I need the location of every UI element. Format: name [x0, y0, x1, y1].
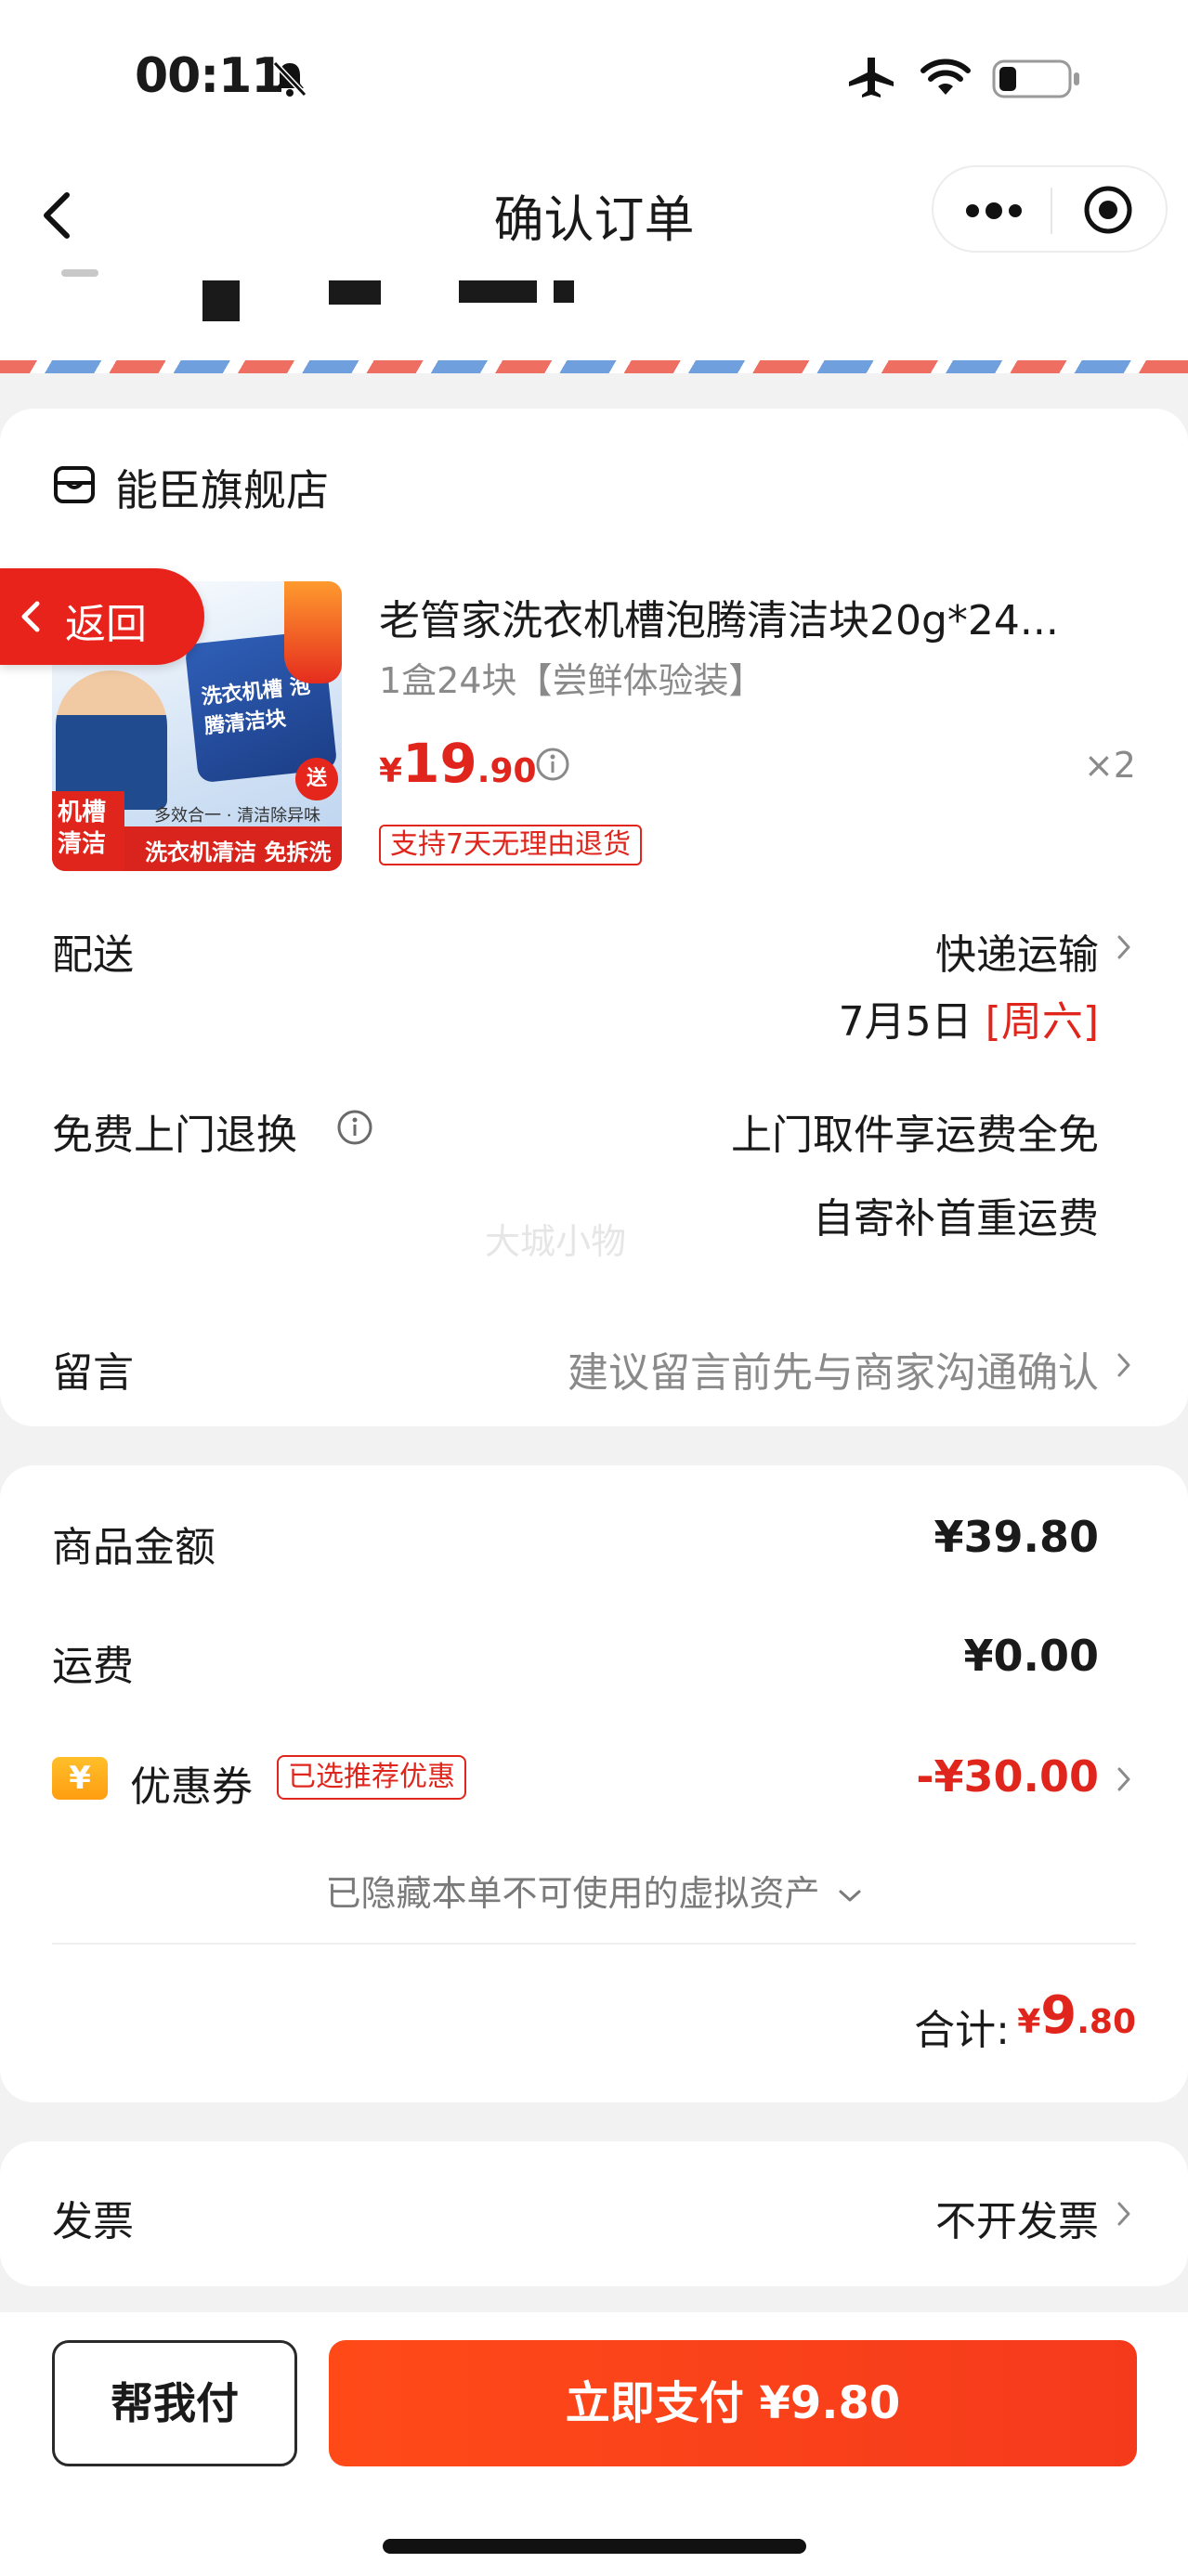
chevron-right-icon — [1117, 935, 1130, 959]
watermark: 大城小物 — [485, 1221, 627, 1262]
total-price: ¥9.80 — [1017, 1985, 1136, 2046]
order-card: 能臣旗舰店 洗衣机槽 泡腾清洁块 送 多效合一 · 清洁除异味 洗衣机清洁 免拆… — [0, 409, 1188, 1426]
capsule-divider — [1051, 188, 1052, 234]
bottom-action-bar: 帮我付 立即支付 ¥9.80 — [0, 2312, 1188, 2576]
help-me-pay-button[interactable]: 帮我付 — [52, 2340, 297, 2466]
floating-back-button[interactable]: 返回 — [0, 568, 204, 665]
obscured-address — [61, 269, 98, 277]
pay-now-button[interactable]: 立即支付 ¥9.80 — [329, 2340, 1137, 2466]
goods-amount-label: 商品金额 — [52, 1524, 215, 1571]
product-quantity: ×2 — [1083, 745, 1136, 786]
status-time: 00:11 — [135, 48, 285, 104]
free-return-line2: 自寄补首重运费 — [813, 1195, 1099, 1242]
coupon-value[interactable]: -¥30.00 — [916, 1751, 1099, 1802]
delivery-date: 7月5日 — [838, 998, 973, 1046]
delivery-method[interactable]: 快递运输 — [935, 921, 1099, 981]
gift-badge: 送 — [295, 758, 338, 800]
total-integer: 9 — [1040, 1985, 1077, 2046]
delivery-date-line: 7月5日 [周六] — [839, 988, 1099, 1047]
coupon-label: 优惠券 — [130, 1763, 253, 1811]
obscured-address — [202, 280, 240, 321]
product-title[interactable]: 老管家洗衣机槽泡腾清洁块20g*24... — [379, 587, 1122, 646]
invoice-label: 发票 — [52, 2198, 134, 2245]
coupon-selected-tag: 已选推荐优惠 — [277, 1755, 466, 1800]
obscured-address — [554, 280, 574, 303]
airmail-border — [0, 360, 1188, 373]
status-bar: 00:11 — [0, 0, 1188, 158]
product-spec[interactable]: 1盒24块【尝鲜体验装】 — [379, 652, 764, 703]
shipping-value: ¥0.00 — [963, 1631, 1099, 1681]
chevron-right-icon — [1117, 1353, 1130, 1377]
free-return-label: 免费上门退换 — [52, 1112, 297, 1159]
delivery-label: 配送 — [52, 931, 134, 979]
message-input[interactable]: 建议留言前先与商家沟通确认 — [568, 1339, 1099, 1399]
silent-bell-icon — [272, 60, 307, 98]
message-label: 留言 — [52, 1349, 134, 1397]
invoice-value[interactable]: 不开发票 — [935, 2188, 1099, 2247]
total-label: 合计: — [914, 2007, 1010, 2054]
airplane-mode-icon — [849, 58, 894, 98]
free-return-line1: 上门取件享运费全免 — [731, 1112, 1099, 1159]
chevron-right-icon — [1117, 2202, 1130, 2226]
total-decimal: .80 — [1077, 2003, 1136, 2041]
obscured-address — [459, 280, 537, 303]
close-target-icon[interactable] — [1080, 182, 1136, 238]
invoice-card[interactable]: 发票 不开发票 — [0, 2141, 1188, 2286]
product-subtitle: 多效合一 · 清洁除异味 — [154, 806, 321, 826]
hidden-assets-note[interactable]: 已隐藏本单不可使用的虚拟资产 — [0, 1865, 1188, 1916]
mini-program-capsule — [932, 165, 1168, 253]
price-decimal: .90 — [477, 752, 537, 790]
price-currency: ¥ — [379, 752, 403, 790]
price-info-icon[interactable] — [535, 747, 570, 782]
address-strip[interactable] — [0, 269, 1188, 371]
price-integer: 19 — [402, 732, 477, 795]
free-return-info-icon[interactable] — [336, 1109, 373, 1146]
store-name[interactable]: 能臣旗舰店 — [115, 457, 329, 518]
more-icon[interactable] — [961, 195, 1026, 227]
wifi-icon — [920, 59, 971, 95]
shipping-label: 运费 — [52, 1643, 134, 1690]
product-strip-text: 洗衣机清洁 免拆洗 — [145, 839, 332, 865]
hidden-assets-text: 已隐藏本单不可使用的虚拟资产 — [325, 1873, 820, 1914]
price-summary-card: 商品金额 ¥39.80 运费 ¥0.00 ¥ 优惠券 已选推荐优惠 -¥30.0… — [0, 1465, 1188, 2102]
obscured-address — [329, 280, 381, 305]
coupon-icon: ¥ — [52, 1757, 108, 1800]
chevron-right-icon — [1117, 1767, 1130, 1791]
back-chevron-icon — [21, 601, 40, 632]
goods-amount-value: ¥39.80 — [933, 1512, 1099, 1562]
total-currency: ¥ — [1017, 2003, 1041, 2041]
product-price: ¥19.90 — [379, 732, 537, 795]
promo-badge — [284, 581, 342, 683]
divider — [52, 1943, 1136, 1945]
store-icon — [54, 466, 95, 503]
battery-icon — [992, 59, 1079, 98]
home-indicator[interactable] — [383, 2539, 806, 2554]
spokesperson-figure — [56, 670, 167, 810]
product-corner-text: 机槽清洁 — [58, 799, 107, 858]
chevron-down-icon — [839, 1890, 861, 1901]
floating-back-label: 返回 — [65, 601, 147, 648]
delivery-weekday: [周六] — [985, 998, 1099, 1046]
return-policy-tag: 支持7天无理由退货 — [379, 825, 643, 865]
nav-bar: 确认订单 — [0, 158, 1188, 269]
